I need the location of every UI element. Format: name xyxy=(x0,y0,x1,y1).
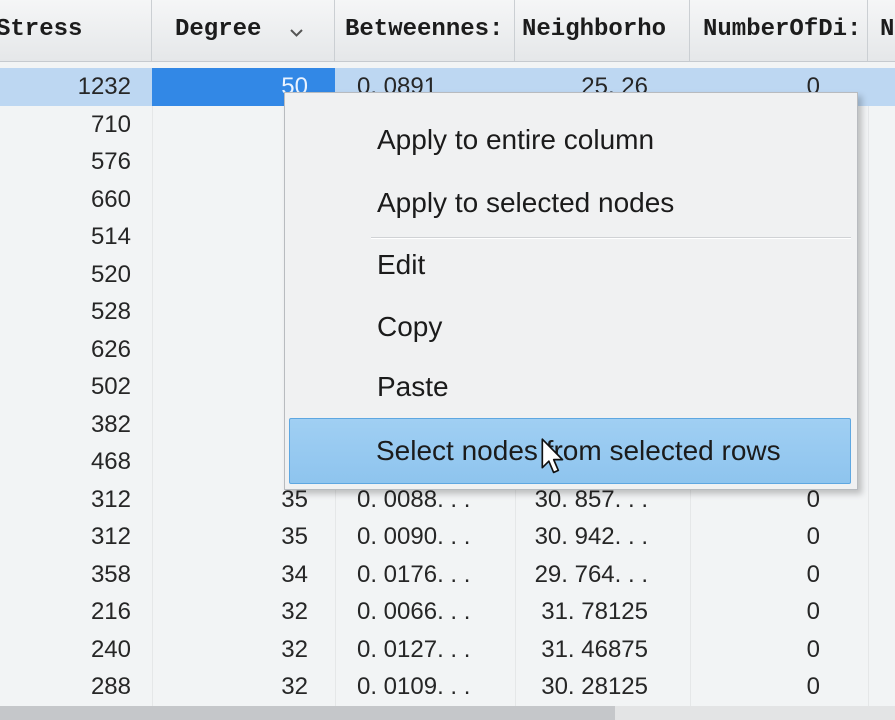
column-header-numberofdi[interactable]: NumberOfDi: xyxy=(690,0,868,61)
scrollbar-thumb[interactable] xyxy=(0,706,615,720)
column-header-label: Betweennes: xyxy=(345,16,504,43)
cell-stress[interactable]: 520 xyxy=(0,256,152,294)
context-menu: Apply to entire column Apply to selected… xyxy=(284,92,858,490)
column-header-label: Stress xyxy=(0,16,83,43)
cell-stress[interactable]: 240 xyxy=(0,631,152,669)
cell-degree[interactable]: 32 xyxy=(152,668,335,706)
column-header-label: N xyxy=(880,16,895,43)
cell-numberofdi[interactable]: 0 xyxy=(690,631,868,669)
column-header-betweenness[interactable]: Betweennes: xyxy=(335,0,515,61)
column-header-label: Degree xyxy=(175,16,262,43)
cell-numberofdi[interactable]: 0 xyxy=(690,518,868,556)
cell-betweenness[interactable]: 0. 0090. . . xyxy=(335,518,515,556)
menu-item-paste[interactable]: Paste xyxy=(289,356,851,418)
menu-item-apply-to-entire-column[interactable]: Apply to entire column xyxy=(289,109,851,171)
table-row[interactable]: 216 32 0. 0066. . . 31. 78125 0 xyxy=(0,593,895,631)
cell-stress[interactable]: 514 xyxy=(0,218,152,256)
cell-stress[interactable]: 312 xyxy=(0,518,152,556)
cell-betweenness[interactable]: 0. 0109. . . xyxy=(335,668,515,706)
cell-neighborhood[interactable]: 31. 78125 xyxy=(515,593,690,631)
column-header-stress[interactable]: Stress xyxy=(0,0,152,61)
cell-betweenness[interactable]: 0. 0066. . . xyxy=(335,593,515,631)
cell-stress[interactable]: 528 xyxy=(0,293,152,331)
chevron-down-icon xyxy=(290,29,303,37)
table-row[interactable]: 312 35 0. 0090. . . 30. 942. . .0 xyxy=(0,518,895,556)
cell-numberofdi[interactable]: 0 xyxy=(690,668,868,706)
cell-betweenness[interactable]: 0. 0127. . . xyxy=(335,631,515,669)
menu-item-copy[interactable]: Copy xyxy=(289,296,851,358)
cell-betweenness[interactable]: 0. 0176. . . xyxy=(335,556,515,594)
table-header: Stress Degree Betweennes: Neighborho Num… xyxy=(0,0,895,62)
cell-numberofdi[interactable]: 0 xyxy=(690,593,868,631)
menu-item-select-nodes-from-selected-rows[interactable]: Select nodes from selected rows xyxy=(289,418,851,484)
cell-stress[interactable]: 312 xyxy=(0,481,152,519)
cell-degree[interactable]: 32 xyxy=(152,631,335,669)
cell-degree[interactable]: 32 xyxy=(152,593,335,631)
cell-stress[interactable]: 1232 xyxy=(0,68,152,106)
cell-stress[interactable]: 358 xyxy=(0,556,152,594)
cell-degree[interactable]: 34 xyxy=(152,556,335,594)
column-header-next[interactable]: N xyxy=(868,0,895,61)
column-header-degree[interactable]: Degree xyxy=(152,0,335,61)
cell-stress[interactable]: 468 xyxy=(0,443,152,481)
cell-degree[interactable]: 35 xyxy=(152,518,335,556)
horizontal-scrollbar[interactable] xyxy=(0,706,895,720)
cell-neighborhood[interactable]: 29. 764. . . xyxy=(515,556,690,594)
arrow-pointer-icon xyxy=(541,438,564,474)
cell-stress[interactable]: 288 xyxy=(0,668,152,706)
cell-stress[interactable]: 576 xyxy=(0,143,152,181)
cell-stress[interactable]: 710 xyxy=(0,106,152,144)
column-header-label: Neighborho xyxy=(522,16,667,43)
cell-stress[interactable]: 660 xyxy=(0,181,152,219)
table-row[interactable]: 240 32 0. 0127. . . 31. 46875 0 xyxy=(0,631,895,669)
cell-neighborhood[interactable]: 30. 942. . . xyxy=(515,518,690,556)
cell-neighborhood[interactable]: 30. 28125 xyxy=(515,668,690,706)
cell-numberofdi[interactable]: 0 xyxy=(690,556,868,594)
menu-item-apply-to-selected-nodes[interactable]: Apply to selected nodes xyxy=(289,172,851,234)
cell-stress[interactable]: 502 xyxy=(0,368,152,406)
column-header-label: NumberOfDi: xyxy=(703,16,862,43)
menu-item-edit[interactable]: Edit xyxy=(289,234,851,296)
cell-neighborhood[interactable]: 31. 46875 xyxy=(515,631,690,669)
cell-stress[interactable]: 626 xyxy=(0,331,152,369)
cell-stress[interactable]: 382 xyxy=(0,406,152,444)
table-row[interactable]: 358 34 0. 0176. . . 29. 764. . .0 xyxy=(0,556,895,594)
table-row[interactable]: 288 32 0. 0109. . . 30. 28125 0 xyxy=(0,668,895,706)
cell-stress[interactable]: 216 xyxy=(0,593,152,631)
column-header-neighborhood[interactable]: Neighborho xyxy=(515,0,690,61)
